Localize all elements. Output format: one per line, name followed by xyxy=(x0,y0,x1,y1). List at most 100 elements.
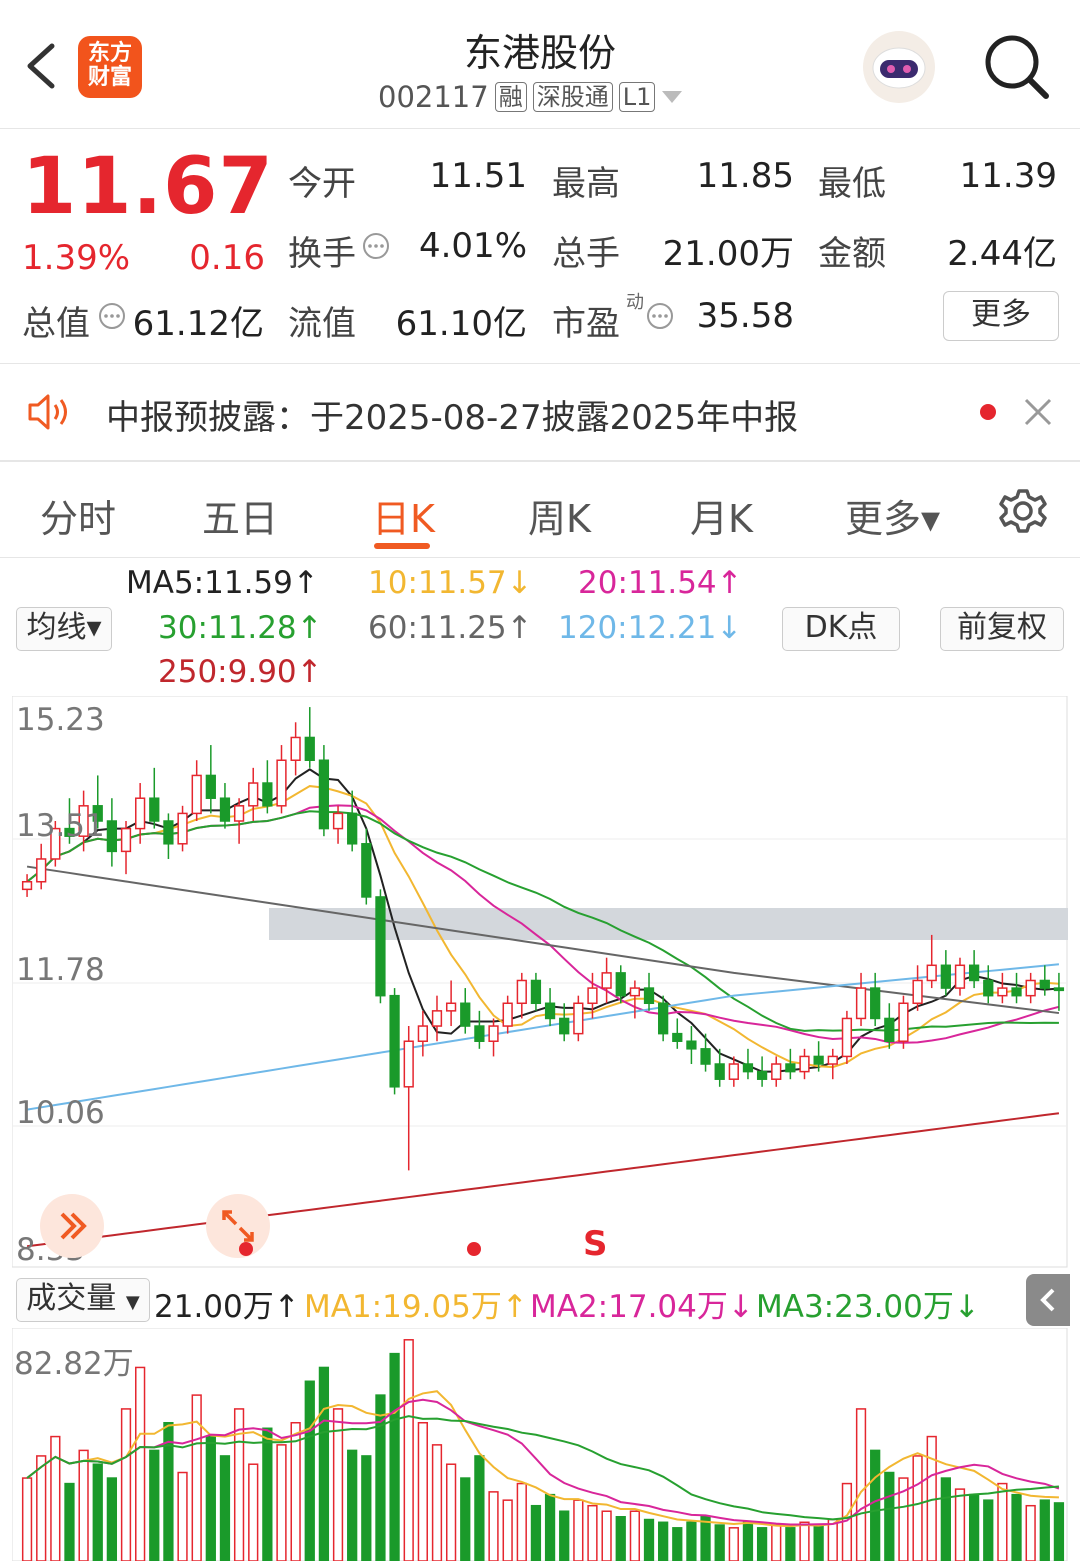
volume-bar xyxy=(516,1482,527,1561)
close-icon[interactable] xyxy=(1022,396,1054,428)
last-price: 11.67 xyxy=(22,142,274,232)
candle-body xyxy=(615,972,626,997)
candle-body xyxy=(530,979,542,1005)
price-axis-label: 10.06 xyxy=(16,1095,105,1131)
pe-sup: 动 xyxy=(626,292,644,313)
volume-bar xyxy=(771,1524,782,1561)
ma250-line xyxy=(26,1112,1060,1248)
tab-daily-k[interactable]: 日K xyxy=(372,488,435,543)
volume-select[interactable]: 成交量 ▼ xyxy=(16,1278,150,1322)
ma5-label: MA5:11.59↑ xyxy=(126,565,319,601)
float-cap-label: 流值 xyxy=(288,304,356,344)
search-icon[interactable] xyxy=(980,30,1054,104)
volume-bar xyxy=(629,1510,641,1561)
signal-dot xyxy=(467,1242,481,1256)
volume-bar xyxy=(756,1527,768,1561)
info-icon[interactable] xyxy=(362,232,390,260)
stock-code-line[interactable]: 002117 融 深股通 L1 xyxy=(378,80,683,114)
volume-bar xyxy=(1025,1504,1036,1561)
volume-chart[interactable] xyxy=(12,1328,1068,1561)
dk-point-button[interactable]: DK点 xyxy=(782,607,900,651)
fast-forward-button[interactable] xyxy=(40,1194,104,1258)
volume-bar xyxy=(658,1521,669,1561)
candle-body xyxy=(106,820,118,853)
volume-value-label: 21.00万↑ xyxy=(154,1289,300,1325)
volume-bar xyxy=(431,1444,443,1561)
candle-body xyxy=(756,1070,768,1080)
volume-bar xyxy=(36,1455,47,1561)
volume-bar xyxy=(742,1521,754,1561)
volume-bar xyxy=(177,1471,188,1561)
volume-bar xyxy=(997,1482,1008,1561)
volume-bar xyxy=(1053,1502,1065,1561)
volume-bar xyxy=(347,1449,358,1561)
volume-bar xyxy=(361,1455,372,1561)
volume-bar xyxy=(445,1463,457,1561)
volume-bar xyxy=(403,1339,414,1561)
candle-body xyxy=(445,1002,457,1012)
candle-body xyxy=(870,987,881,1020)
volume-bar xyxy=(318,1366,330,1561)
candle-body xyxy=(163,820,174,845)
candle-body xyxy=(954,964,966,989)
amount-label: 金额 xyxy=(818,234,886,274)
low-label: 最低 xyxy=(818,164,886,204)
volume-bar xyxy=(827,1518,838,1561)
candle-body xyxy=(827,1055,838,1065)
tab-monthly-k[interactable]: 月K xyxy=(690,488,753,543)
notice-text[interactable]: 中报预披露：于2025-08-27披露2025年中报 xyxy=(106,390,798,439)
candle-body xyxy=(841,1017,853,1058)
candle-body xyxy=(219,797,231,822)
amount-value: 2.44亿 xyxy=(947,234,1057,274)
ma20-label: 20:11.54↑ xyxy=(578,565,743,601)
volume-bar xyxy=(728,1527,739,1561)
adjust-button[interactable]: 前复权 xyxy=(940,607,1064,651)
expand-button[interactable] xyxy=(206,1194,270,1258)
candle-body xyxy=(304,736,315,761)
candlestick-chart[interactable] xyxy=(12,696,1068,1268)
candle-body xyxy=(375,896,386,997)
price-axis-label: 15.23 xyxy=(16,702,105,738)
candle-body xyxy=(785,1063,796,1073)
volume-bar xyxy=(884,1471,895,1561)
volume-bar xyxy=(460,1477,471,1561)
volume-bar xyxy=(120,1408,132,1561)
volume-bar xyxy=(573,1499,584,1561)
candle-body xyxy=(686,1040,697,1050)
speaker-icon xyxy=(28,394,67,430)
robot-avatar-icon[interactable] xyxy=(860,28,938,106)
info-icon[interactable] xyxy=(646,302,674,330)
candle-body xyxy=(643,987,655,1005)
volume-bar xyxy=(417,1421,428,1561)
tab-five-day[interactable]: 五日 xyxy=(202,488,278,543)
dropdown-icon xyxy=(662,91,683,103)
volume-bar xyxy=(1039,1499,1050,1561)
candle-body xyxy=(573,1002,584,1035)
volume-bar xyxy=(50,1435,61,1561)
candle-body xyxy=(262,782,273,807)
tab-weekly-k[interactable]: 周K xyxy=(528,488,591,543)
tab-intraday[interactable]: 分时 xyxy=(40,488,116,543)
more-button[interactable]: 更多 xyxy=(943,291,1059,341)
volume-bar xyxy=(799,1521,810,1561)
volume-bar xyxy=(149,1449,160,1561)
volume-bar xyxy=(106,1477,118,1561)
volume-value: 21.00万 xyxy=(662,234,794,274)
candle-body xyxy=(21,881,33,891)
candle-body xyxy=(544,1002,556,1020)
volume-bar xyxy=(488,1491,499,1561)
volume-bar xyxy=(290,1421,301,1561)
volume-bar xyxy=(474,1455,485,1561)
candle-body xyxy=(361,843,372,898)
volume-bar xyxy=(686,1521,697,1561)
volume-bar xyxy=(21,1477,33,1561)
volume-bar xyxy=(954,1488,966,1561)
info-icon[interactable] xyxy=(98,302,126,330)
change-percent: 1.39% xyxy=(22,238,131,278)
collapse-panel-button[interactable] xyxy=(1026,1274,1070,1326)
candle-body xyxy=(403,1040,414,1088)
ma-select[interactable]: 均线▾ xyxy=(16,607,112,651)
candle-body xyxy=(940,964,951,989)
gear-icon[interactable] xyxy=(998,486,1048,536)
tab-more[interactable]: 更多▾ xyxy=(845,488,940,543)
